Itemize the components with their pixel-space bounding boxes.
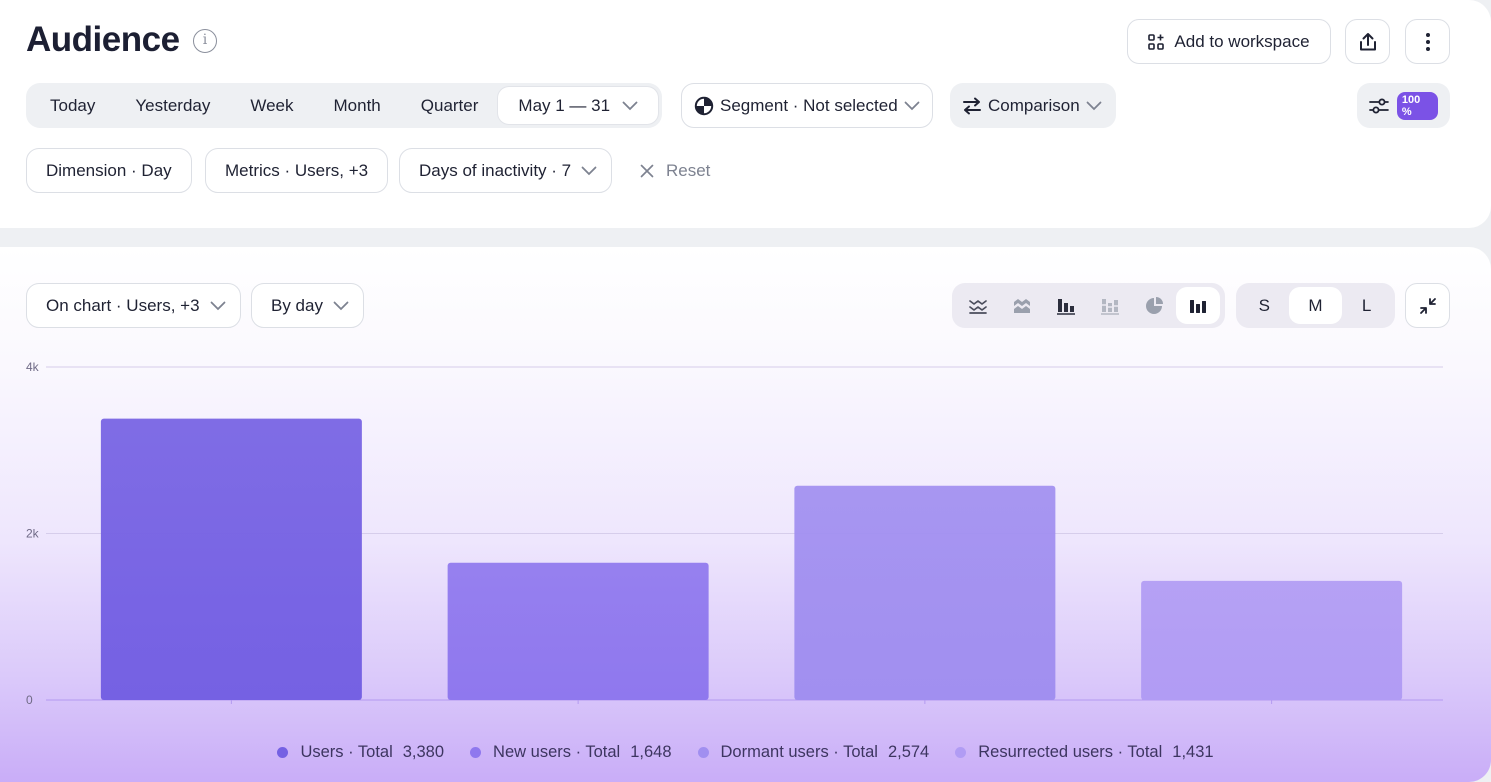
legend-value: 1,648 [630, 743, 672, 761]
chart-bar[interactable] [1141, 580, 1403, 700]
y-tick-label: 2k [26, 527, 40, 541]
date-range-picker[interactable]: May 1 — 31 [498, 87, 659, 124]
chevron-down-icon [581, 166, 597, 175]
page-title: Audience [26, 20, 180, 59]
inactivity-label: Days of inactivity · 7 [419, 160, 572, 180]
legend-label: New users · Total [493, 743, 621, 761]
period-month[interactable]: Month [314, 87, 401, 124]
chart-bar[interactable] [447, 562, 709, 700]
chevron-down-icon [904, 101, 920, 110]
legend-label: Users · Total [300, 743, 393, 761]
pie-segment-icon [694, 96, 714, 115]
period-today[interactable]: Today [30, 87, 115, 124]
add-to-workspace-label: Add to workspace [1174, 31, 1310, 51]
dimension-label: Dimension · Day [46, 160, 172, 180]
period-week[interactable]: Week [230, 87, 313, 124]
add-widget-icon [1148, 33, 1165, 50]
date-range-label: May 1 — 31 [518, 96, 611, 115]
legend-dot-icon [277, 747, 289, 758]
chart-bar[interactable] [100, 418, 362, 700]
legend-value: 1,431 [1172, 743, 1214, 761]
chart-panel: On chart · Users, +3 By day S M L 0 2k 4… [0, 247, 1491, 782]
legend-item[interactable]: Resurrected users · Total 1,431 [955, 743, 1214, 762]
legend-value: 2,574 [887, 743, 930, 761]
reset-button[interactable]: Reset [640, 158, 710, 184]
legend-item[interactable]: New users · Total 1,648 [470, 743, 672, 762]
more-options-button[interactable] [1405, 19, 1450, 64]
chevron-down-icon [1086, 101, 1102, 110]
legend-dot-icon [697, 747, 709, 758]
segment-selector[interactable]: Segment · Not selected [681, 83, 933, 128]
comparison-label: Comparison [988, 95, 1080, 115]
legend-dot-icon [955, 747, 967, 758]
period-quarter[interactable]: Quarter [401, 87, 499, 124]
chart-bar[interactable] [794, 485, 1056, 700]
sliders-icon [1369, 98, 1389, 113]
upload-icon [1359, 32, 1376, 50]
bar-chart: 0 2k 4k [26, 360, 1443, 707]
sampling-badge: 100 % [1396, 91, 1438, 120]
close-icon [640, 164, 654, 178]
sampling-button[interactable]: 100 % [1357, 83, 1450, 128]
legend-item[interactable]: Dormant users · Total 2,574 [697, 743, 930, 762]
compare-arrows-icon [963, 97, 981, 114]
add-to-workspace-button[interactable]: Add to workspace [1127, 19, 1331, 64]
report-header-panel: Audience i Add to workspace Today Yester… [0, 0, 1491, 228]
period-yesterday[interactable]: Yesterday [115, 87, 230, 124]
reset-label: Reset [666, 161, 711, 180]
legend-value: 3,380 [402, 743, 445, 761]
legend-label: Dormant users · Total [720, 743, 878, 761]
legend-item[interactable]: Users · Total 3,380 [277, 743, 444, 762]
chart-legend: Users · Total 3,380 New users · Total 1,648… [0, 743, 1491, 762]
period-selector: Today Yesterday Week Month Quarter May 1… [26, 83, 663, 128]
y-tick-label: 4k [26, 360, 40, 374]
share-button[interactable] [1345, 19, 1390, 64]
info-icon[interactable]: i [193, 29, 217, 53]
dimension-selector[interactable]: Dimension · Day [26, 148, 192, 193]
metrics-selector[interactable]: Metrics · Users, +3 [205, 148, 389, 193]
chevron-down-icon [622, 101, 638, 110]
segment-label: Segment · Not selected [720, 95, 898, 115]
legend-label: Resurrected users · Total [978, 743, 1163, 761]
comparison-selector[interactable]: Comparison [950, 83, 1116, 128]
more-vertical-icon [1425, 32, 1430, 51]
metrics-label: Metrics · Users, +3 [225, 160, 369, 180]
y-tick-label: 0 [26, 693, 33, 707]
inactivity-selector[interactable]: Days of inactivity · 7 [399, 148, 613, 193]
legend-dot-icon [470, 747, 482, 758]
